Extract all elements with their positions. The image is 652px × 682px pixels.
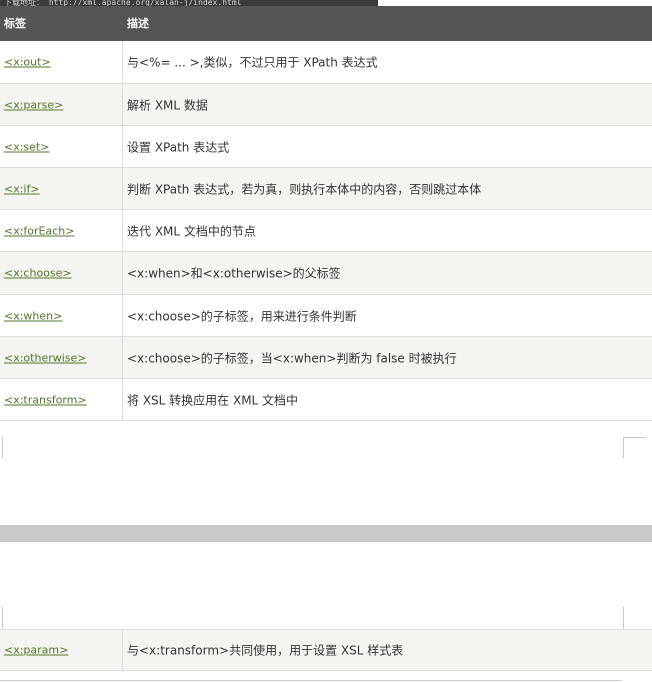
table-row: <x:parse> 解析 XML 数据 xyxy=(0,84,652,126)
tag-link-transform[interactable]: <x:transform> xyxy=(4,393,87,406)
tag-link-otherwise[interactable]: <x:otherwise> xyxy=(4,351,87,364)
row-description: 设置 XPath 表达式 xyxy=(127,140,230,154)
row-description: 迭代 XML 文档中的节点 xyxy=(127,224,256,238)
tag-link-set[interactable]: <x:set> xyxy=(4,140,49,153)
page-corner-mark xyxy=(2,607,3,629)
header-tag: 标签 xyxy=(4,17,26,30)
tag-link-parse[interactable]: <x:parse> xyxy=(4,98,63,111)
row-description: 与<x:transform>共同使用，用于设置 XSL 样式表 xyxy=(127,643,404,658)
row-description: 解析 XML 数据 xyxy=(127,98,208,112)
table-row: <x:transform> 将 XSL 转换应用在 XML 文档中 xyxy=(0,379,652,421)
table-row: <x:when> <x:choose>的子标签，用来进行条件判断 xyxy=(0,295,652,337)
page-break xyxy=(0,525,652,542)
table-row: <x:if> 判断 XPath 表达式，若为真，则执行本体中的内容，否则跳过本体 xyxy=(0,168,652,210)
table-header: 标签 描述 xyxy=(0,6,652,41)
table-row: <x:choose> <x:when>和<x:otherwise>的父标签 xyxy=(0,252,652,295)
header-description: 描述 xyxy=(127,17,149,30)
table-row: <x:out> 与<%= ... >,类似，不过只用于 XPath 表达式 xyxy=(0,41,652,84)
page-corner-mark xyxy=(623,437,624,458)
table-row: <x:otherwise> <x:choose>的子标签，当<x:when>判断… xyxy=(0,337,652,379)
row-description: <x:when>和<x:otherwise>的父标签 xyxy=(127,266,341,281)
row-description: <x:choose>的子标签，用来进行条件判断 xyxy=(127,309,357,323)
page-corner-mark xyxy=(623,437,646,438)
row-description: 将 XSL 转换应用在 XML 文档中 xyxy=(127,393,299,407)
divider xyxy=(0,680,622,681)
page-corner-mark xyxy=(623,607,624,629)
row-description: <x:choose>的子标签，当<x:when>判断为 false 时被执行 xyxy=(127,351,457,365)
tag-link-param[interactable]: <x:param> xyxy=(4,644,68,657)
tag-link-choose[interactable]: <x:choose> xyxy=(4,267,72,280)
table-row: <x:param> 与<x:transform>共同使用，用于设置 XSL 样式… xyxy=(0,629,652,671)
tag-link-foreach[interactable]: <x:forEach> xyxy=(4,224,75,237)
tag-link-if[interactable]: <x:if> xyxy=(4,182,40,195)
table-row: <x:set> 设置 XPath 表达式 xyxy=(0,126,652,168)
tag-link-when[interactable]: <x:when> xyxy=(4,309,62,322)
table-row: <x:forEach> 迭代 XML 文档中的节点 xyxy=(0,210,652,252)
row-description: 判断 XPath 表达式，若为真，则执行本体中的内容，否则跳过本体 xyxy=(127,182,482,196)
tag-link-out[interactable]: <x:out> xyxy=(4,56,51,69)
row-description: 与<%= ... >,类似，不过只用于 XPath 表达式 xyxy=(127,55,378,70)
page-corner-mark xyxy=(2,437,3,458)
